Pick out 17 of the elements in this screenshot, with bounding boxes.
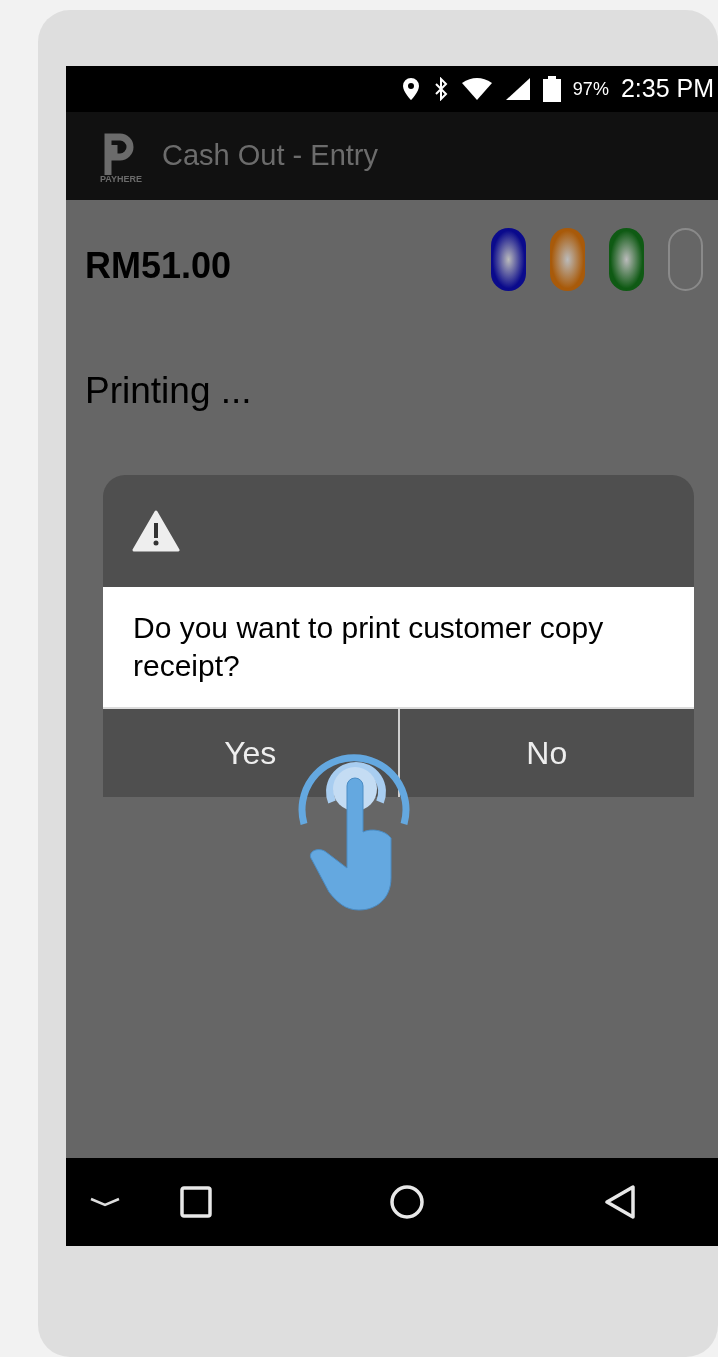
back-icon (604, 1185, 636, 1219)
dialog-message: Do you want to print customer copy receipt? (103, 587, 694, 709)
amount-text: RM51.00 (85, 244, 232, 288)
battery-icon (542, 76, 561, 102)
printing-status: Printing ... (84, 369, 253, 413)
clock-time: 2:35 PM (620, 73, 714, 105)
logo-text: PAYHERE (100, 174, 143, 184)
bluetooth-icon (432, 77, 449, 101)
battery-percent: 97% (572, 77, 609, 101)
location-pin-icon (400, 77, 421, 101)
wifi-icon (460, 77, 493, 101)
signal-icon (504, 77, 531, 101)
chevron-down-icon (90, 1197, 120, 1207)
warning-icon (132, 510, 180, 552)
home-icon (390, 1185, 424, 1219)
recent-apps-icon (180, 1186, 212, 1218)
screen-title: Cash Out - Entry (162, 138, 378, 174)
